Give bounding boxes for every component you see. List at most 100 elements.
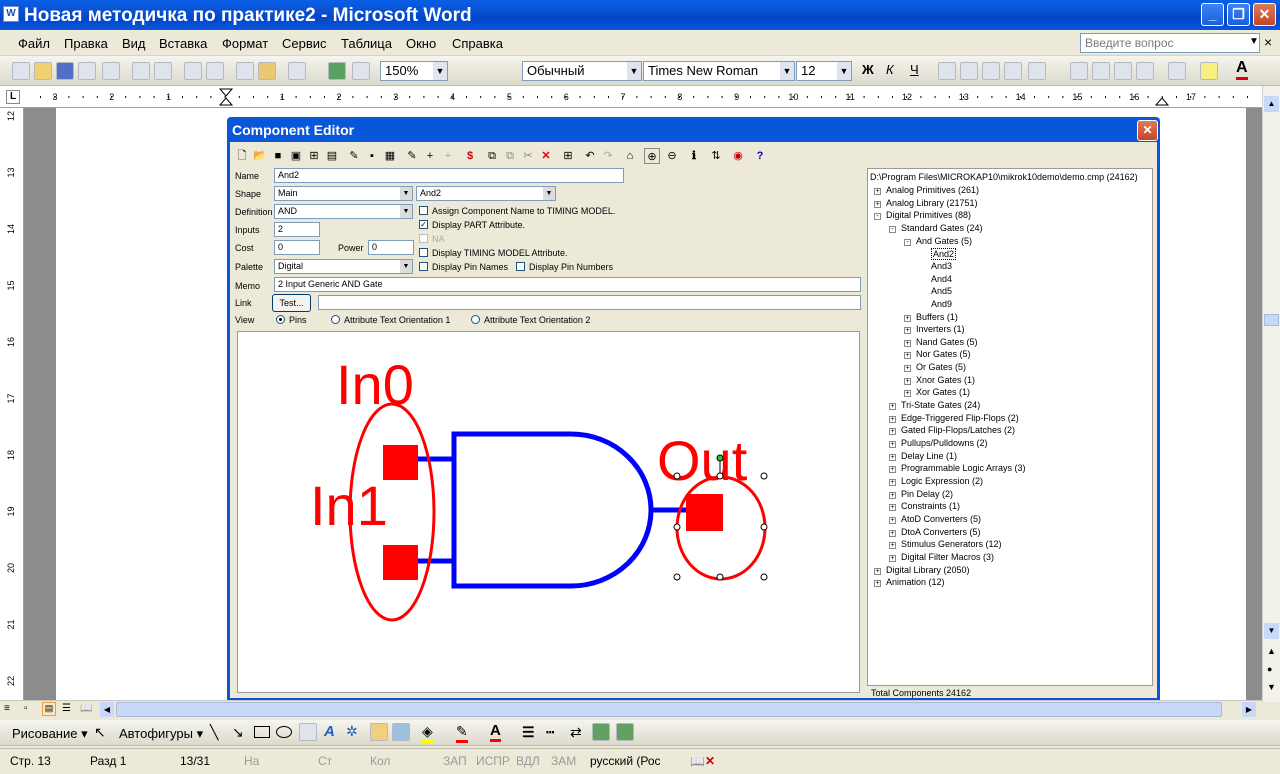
italic-icon[interactable]: К bbox=[886, 62, 894, 77]
diagram-icon[interactable]: ✲ bbox=[346, 723, 358, 740]
style-combo[interactable]: Обычный ▼ bbox=[522, 61, 642, 81]
stimulus-icon[interactable]: $ bbox=[462, 148, 478, 164]
tree-expander[interactable]: + bbox=[904, 377, 911, 385]
open-icon[interactable] bbox=[34, 62, 52, 80]
display-timing-checkbox[interactable] bbox=[419, 248, 428, 257]
replace-icon[interactable]: ✂ bbox=[520, 148, 536, 164]
component-tree[interactable]: D:\Program Files\MICROKAP10\mikrok10demo… bbox=[867, 168, 1153, 686]
outline-view-icon[interactable]: ☰ bbox=[62, 703, 71, 714]
chevron-down-icon[interactable]: ▼ bbox=[837, 62, 851, 80]
tree-item[interactable]: Pullups/Pulldowns (2) bbox=[901, 438, 988, 448]
status-ovr[interactable]: ЗАМ bbox=[551, 754, 576, 768]
picture-icon[interactable] bbox=[392, 723, 410, 741]
out-pin[interactable] bbox=[686, 494, 723, 531]
oval-icon[interactable] bbox=[276, 726, 292, 738]
tree-expander[interactable]: + bbox=[889, 441, 896, 448]
tree-item[interactable]: Constraints (1) bbox=[901, 501, 960, 511]
close-doc-icon[interactable]: × bbox=[1264, 34, 1272, 50]
tree-item[interactable]: And Gates (5) bbox=[916, 236, 972, 246]
save-icon[interactable] bbox=[56, 62, 74, 80]
stop-icon[interactable]: ◉ bbox=[730, 148, 746, 164]
scroll-thumb[interactable] bbox=[1264, 314, 1279, 326]
rotate-handle[interactable] bbox=[716, 454, 724, 462]
save-icon[interactable]: ■ bbox=[270, 148, 286, 164]
status-trk[interactable]: ИСПР bbox=[476, 754, 510, 768]
print-preview-icon[interactable] bbox=[154, 62, 172, 80]
shape-canvas[interactable]: In0 In1 Out bbox=[237, 331, 860, 693]
select-objects-icon[interactable]: ↖ bbox=[94, 724, 106, 741]
arrow-icon[interactable]: ↘ bbox=[232, 724, 244, 741]
add-part-icon[interactable]: ✎ bbox=[404, 148, 420, 164]
folder-icon[interactable]: ▤ bbox=[324, 148, 340, 164]
tree-expander[interactable]: + bbox=[889, 466, 896, 474]
tree-item[interactable]: And4 bbox=[931, 274, 952, 284]
3d-icon[interactable] bbox=[616, 723, 634, 741]
cost-field[interactable]: 0 bbox=[274, 240, 320, 255]
permission-icon[interactable] bbox=[78, 62, 96, 80]
close-button[interactable]: ✕ bbox=[1253, 3, 1276, 26]
spelling-icon[interactable] bbox=[184, 62, 202, 80]
na-checkbox[interactable] bbox=[419, 234, 428, 243]
tree-item[interactable]: And3 bbox=[931, 261, 952, 271]
print-layout-icon[interactable]: ▤ bbox=[42, 702, 56, 716]
tree-item[interactable]: Buffers (1) bbox=[916, 312, 958, 322]
chevron-down-icon[interactable]: ▼ bbox=[433, 62, 447, 80]
info-icon[interactable]: ℹ bbox=[686, 148, 702, 164]
menu-edit[interactable]: Правка bbox=[64, 36, 108, 51]
chevron-down-icon[interactable]: ▼ bbox=[400, 187, 412, 200]
arrow-style-icon[interactable]: ⇄ bbox=[570, 724, 582, 741]
scroll-right-icon[interactable]: ▶ bbox=[1242, 702, 1256, 717]
name-field[interactable]: And2 bbox=[274, 168, 624, 183]
help-icon[interactable]: ? bbox=[752, 148, 768, 164]
scroll-up-icon[interactable]: ▲ bbox=[1264, 96, 1279, 112]
tree-expander[interactable]: + bbox=[889, 529, 896, 537]
line-color-icon[interactable]: ✎ bbox=[456, 723, 468, 743]
tree-expander[interactable]: - bbox=[904, 238, 911, 246]
paste-icon[interactable]: ⧉ bbox=[502, 148, 518, 164]
in1-text[interactable]: In1 bbox=[310, 474, 388, 537]
tree-expander[interactable]: + bbox=[904, 339, 911, 347]
rectangle-icon[interactable] bbox=[254, 726, 270, 738]
copy-icon[interactable] bbox=[236, 62, 254, 80]
highlight-icon[interactable] bbox=[1200, 62, 1218, 80]
tree-item[interactable]: Inverters (1) bbox=[916, 324, 965, 334]
dash-style-icon[interactable]: ┅ bbox=[546, 724, 554, 741]
tree-expander[interactable]: + bbox=[889, 504, 896, 512]
font-color-icon[interactable]: A bbox=[1236, 59, 1248, 80]
web-view-icon[interactable]: ▫ bbox=[24, 703, 28, 714]
tree-expander[interactable]: + bbox=[889, 428, 896, 436]
orientation2-radio[interactable] bbox=[471, 315, 480, 324]
tree-item[interactable]: Delay Line (1) bbox=[901, 451, 957, 461]
vertical-ruler[interactable]: 12 13 14 15 16 17 18 19 20 21 22 bbox=[0, 108, 24, 702]
tree-expander[interactable]: + bbox=[904, 327, 911, 335]
tree-item[interactable]: Logic Expression (2) bbox=[901, 476, 983, 486]
maximize-button[interactable]: ❐ bbox=[1227, 3, 1250, 26]
menu-view[interactable]: Вид bbox=[122, 36, 146, 51]
tree-expander[interactable]: + bbox=[904, 314, 911, 322]
align-center-icon[interactable] bbox=[960, 62, 978, 80]
bullets-icon[interactable] bbox=[1092, 62, 1110, 80]
tree-expander[interactable]: + bbox=[889, 516, 896, 524]
tree-item[interactable]: And5 bbox=[931, 286, 952, 296]
display-part-checkbox[interactable]: ✓ bbox=[419, 220, 428, 229]
tree-item[interactable]: Standard Gates (24) bbox=[901, 223, 983, 233]
tree-item[interactable]: Edge-Triggered Flip-Flops (2) bbox=[901, 413, 1019, 423]
drawing-menu[interactable]: Рисование ▾ bbox=[12, 726, 88, 742]
display-pin-numbers-checkbox[interactable] bbox=[516, 262, 525, 271]
zoom-out-icon[interactable]: ⊖ bbox=[664, 148, 680, 164]
inputs-field[interactable]: 2 bbox=[274, 222, 320, 237]
research-icon[interactable] bbox=[206, 62, 224, 80]
tree-expander[interactable]: + bbox=[874, 188, 881, 195]
undo-icon[interactable] bbox=[288, 62, 306, 80]
tree-expander[interactable]: - bbox=[874, 213, 881, 221]
textbox-icon[interactable] bbox=[299, 723, 317, 741]
tree-expander[interactable]: + bbox=[889, 554, 896, 562]
wordart-icon[interactable]: A bbox=[324, 723, 335, 740]
chevron-down-icon[interactable]: ▼ bbox=[400, 205, 412, 218]
horizontal-scrollbar[interactable]: ≡ ▫ ▤ ☰ 📖 ◀ ▶ bbox=[0, 700, 1262, 718]
tree-item[interactable]: Digital Library (2050) bbox=[886, 565, 970, 575]
increase-indent-icon[interactable] bbox=[1136, 62, 1154, 80]
chip-icon[interactable]: ▦ bbox=[382, 148, 398, 164]
shape-secondary-dropdown[interactable]: And2 ▼ bbox=[416, 186, 556, 201]
email-icon[interactable] bbox=[102, 62, 120, 80]
